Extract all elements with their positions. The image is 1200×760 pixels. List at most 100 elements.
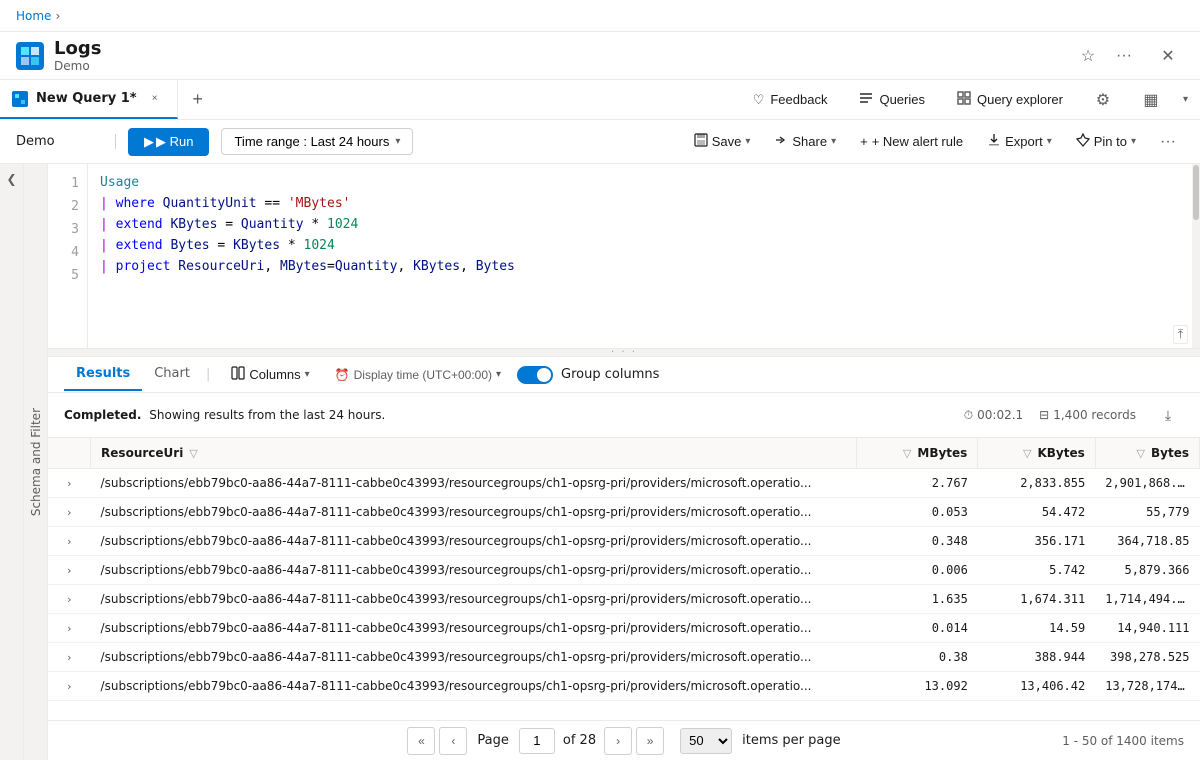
mbytes-cell-3: 0.006: [857, 556, 978, 585]
tab-new-query-1[interactable]: New Query 1* ×: [0, 80, 178, 119]
expand-cell-0[interactable]: ›: [48, 469, 91, 498]
collapse-editor-button[interactable]: ⤒: [1173, 325, 1188, 344]
layout-chevron-icon: ▾: [1183, 94, 1188, 105]
app-more-button[interactable]: ···: [1108, 40, 1140, 72]
results-expand-button[interactable]: ⤓: [1152, 399, 1184, 431]
run-button[interactable]: ▶ ▶ Run: [128, 128, 209, 156]
tab-label: New Query 1*: [36, 91, 137, 106]
th-mbytes[interactable]: ▽ MBytes: [857, 438, 978, 469]
save-button[interactable]: Save ▾: [686, 128, 759, 155]
group-columns-switch[interactable]: [517, 366, 553, 384]
bytes-cell-6: 398,278.525: [1095, 643, 1199, 672]
pin-to-button[interactable]: Pin to ▾: [1068, 128, 1144, 155]
favorite-button[interactable]: ☆: [1072, 40, 1104, 72]
kbytes-cell-2: 356.171: [978, 527, 1095, 556]
collapse-toggle[interactable]: ❮: [0, 164, 24, 760]
breadcrumb-chevron: ›: [55, 9, 60, 23]
table-row: › /subscriptions/ebb79bc0-aa86-44a7-8111…: [48, 643, 1200, 672]
code-editor[interactable]: Usage | where QuantityUnit == 'MBytes' |…: [88, 164, 1200, 348]
mbytes-cell-2: 0.348: [857, 527, 978, 556]
table-body: › /subscriptions/ebb79bc0-aa86-44a7-8111…: [48, 469, 1200, 701]
records-item: ⊟ 1,400 records: [1039, 408, 1136, 422]
page-last-button[interactable]: »: [636, 727, 664, 755]
alert-plus-icon: +: [860, 134, 868, 149]
per-page-select[interactable]: 50 100 200: [680, 728, 732, 754]
share-button[interactable]: Share ▾: [766, 128, 844, 155]
code-line-4: | extend Bytes = KBytes * 1024: [100, 235, 1188, 256]
data-table-wrapper[interactable]: ResourceUri ▽ ▽ MBytes: [48, 438, 1200, 720]
tab-bar: New Query 1* × + ♡ Feedback Queries: [0, 80, 1200, 120]
editor-area: 1 2 3 4 5 Usage | where QuantityUnit == …: [48, 164, 1200, 349]
table-row: › /subscriptions/ebb79bc0-aa86-44a7-8111…: [48, 585, 1200, 614]
th-bytes[interactable]: ▽ Bytes: [1095, 438, 1199, 469]
app-title: Logs: [54, 38, 1072, 59]
app-header: Logs Demo ☆ ··· ✕: [0, 32, 1200, 80]
settings-button[interactable]: ⚙: [1087, 84, 1119, 116]
resource-filter-icon[interactable]: ▽: [189, 447, 197, 460]
status-text: Completed. Showing results from the last…: [64, 408, 385, 422]
tab-separator: |: [206, 367, 210, 382]
display-time-button[interactable]: ⏰ Display time (UTC+00:00) ▾: [327, 364, 509, 386]
expand-cell-5[interactable]: ›: [48, 614, 91, 643]
page-next-button[interactable]: ›: [604, 727, 632, 755]
export-chevron-icon: ▾: [1047, 136, 1052, 147]
bytes-cell-3: 5,879.366: [1095, 556, 1199, 585]
kbytes-cell-4: 1,674.311: [978, 585, 1095, 614]
editor-scrollbar[interactable]: [1192, 164, 1200, 348]
tab-chart[interactable]: Chart: [142, 358, 202, 391]
expand-cell-4[interactable]: ›: [48, 585, 91, 614]
page-prev-button[interactable]: ‹: [439, 727, 467, 755]
table-row: › /subscriptions/ebb79bc0-aa86-44a7-8111…: [48, 672, 1200, 701]
query-explorer-button[interactable]: Query explorer: [949, 87, 1071, 112]
close-button[interactable]: ✕: [1152, 40, 1184, 72]
new-alert-button[interactable]: + + New alert rule: [852, 129, 971, 154]
of-label: of 28: [563, 733, 596, 748]
time-range-label: Time range : Last 24 hours: [234, 134, 389, 149]
mbytes-filter-icon[interactable]: ▽: [903, 447, 911, 460]
bytes-filter-icon[interactable]: ▽: [1137, 447, 1145, 460]
pin-chevron-icon: ▾: [1131, 136, 1136, 147]
columns-button[interactable]: Columns ▾: [222, 361, 318, 388]
kbytes-filter-icon[interactable]: ▽: [1023, 447, 1031, 460]
kbytes-cell-3: 5.742: [978, 556, 1095, 585]
feedback-button[interactable]: ♡ Feedback: [745, 88, 836, 112]
queries-button[interactable]: Queries: [851, 87, 933, 112]
tab-bar-actions: ♡ Feedback Queries Qu: [733, 80, 1200, 119]
data-table: ResourceUri ▽ ▽ MBytes: [48, 438, 1200, 701]
line-numbers: 1 2 3 4 5: [48, 164, 88, 348]
expand-cell-3[interactable]: ›: [48, 556, 91, 585]
page-first-button[interactable]: «: [407, 727, 435, 755]
page-input[interactable]: [519, 728, 555, 754]
expand-cell-6[interactable]: ›: [48, 643, 91, 672]
workspace-label: Demo: [16, 134, 116, 149]
bytes-cell-4: 1,714,494.112: [1095, 585, 1199, 614]
app-header-actions: ☆ ··· ✕: [1072, 40, 1184, 72]
export-button[interactable]: Export ▾: [979, 128, 1060, 155]
toggle-knob: [537, 368, 551, 382]
resource-cell-5: /subscriptions/ebb79bc0-aa86-44a7-8111-c…: [91, 614, 857, 643]
table-row: › /subscriptions/ebb79bc0-aa86-44a7-8111…: [48, 469, 1200, 498]
tab-close-button[interactable]: ×: [145, 89, 165, 109]
expand-cell-2[interactable]: ›: [48, 527, 91, 556]
time-range-button[interactable]: Time range : Last 24 hours ▾: [221, 128, 413, 155]
expand-cell-7[interactable]: ›: [48, 672, 91, 701]
tab-add-button[interactable]: +: [178, 80, 218, 119]
kbytes-cell-6: 388.944: [978, 643, 1095, 672]
th-kbytes[interactable]: ▽ KBytes: [978, 438, 1095, 469]
toolbar-more-button[interactable]: ···: [1152, 126, 1184, 158]
resource-cell-1: /subscriptions/ebb79bc0-aa86-44a7-8111-c…: [91, 498, 857, 527]
resource-cell-3: /subscriptions/ebb79bc0-aa86-44a7-8111-c…: [91, 556, 857, 585]
expand-cell-1[interactable]: ›: [48, 498, 91, 527]
resize-handle[interactable]: · · ·: [48, 349, 1200, 357]
mbytes-cell-1: 0.053: [857, 498, 978, 527]
th-resource[interactable]: ResourceUri ▽: [91, 438, 857, 469]
code-line-5: | project ResourceUri, MBytes=Quantity, …: [100, 256, 1188, 277]
save-icon: [694, 133, 708, 150]
query-explorer-icon: [957, 91, 971, 108]
tab-results[interactable]: Results: [64, 358, 142, 391]
toolbar-right: Save ▾ Share ▾ + + New alert rule Exp: [686, 126, 1184, 158]
duration-item: ⏱ 00:02.1: [964, 408, 1023, 423]
layout-button[interactable]: ▦: [1135, 84, 1167, 116]
breadcrumb-home[interactable]: Home: [16, 9, 51, 23]
results-tabs: Results Chart | Columns: [48, 357, 1200, 393]
